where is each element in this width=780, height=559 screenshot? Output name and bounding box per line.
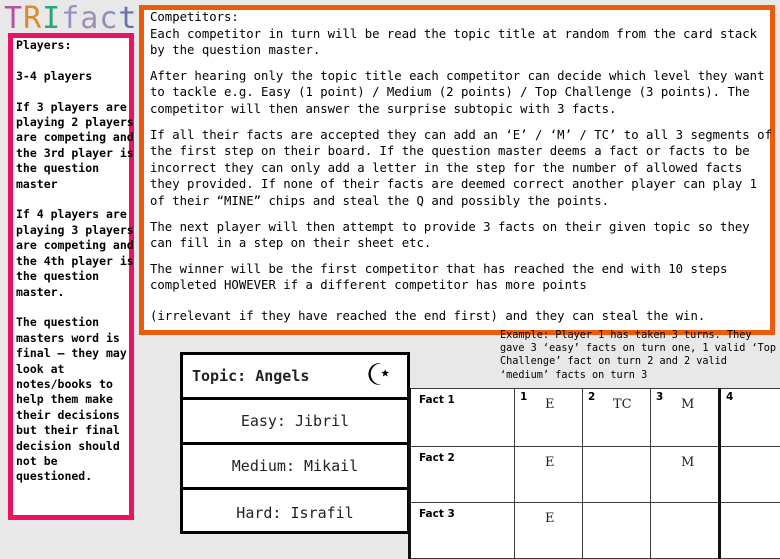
fact-cell-r3-c1[interactable]: E [515,503,583,559]
table-row: Fact 11E2TC3M4 [410,389,780,447]
competitors-overflow-line: (irrelevant if they have reached the end… [150,308,775,325]
fact-column-number: 2 [588,391,595,403]
fact-cell-r3-c3[interactable] [651,503,720,559]
topic-row-medium-label: Medium: Mikail [232,457,358,475]
title-letter-0: T [4,4,23,34]
fact-cell-r2-c3[interactable]: M [651,447,720,503]
title-letter-4: a [80,4,99,34]
crescent-moon-star-icon [365,361,391,391]
title-letter-2: I [42,4,61,34]
fact-cell-r1-c3[interactable]: 3M [651,389,720,447]
title-letter-3: f [61,4,80,34]
fact-row-label: Fact 1 [410,389,515,447]
fact-cell-r1-c1[interactable]: 1E [515,389,583,447]
title-letter-1: R [23,4,42,34]
fact-cell-value: E [545,455,555,470]
fact-cell-r2-c4[interactable] [720,447,780,503]
topic-card-header: Topic: Angels [183,355,407,400]
fact-cell-value: M [681,455,694,470]
example-note: Example: Player 1 has taken 3 turns. The… [500,329,780,382]
topic-row-easy-label: Easy: Jibril [241,412,349,430]
table-row: Fact 3 E [410,503,780,559]
fact-cell-r2-c1[interactable]: E [515,447,583,503]
players-panel-text: Players: 3-4 players If 3 players are pl… [16,38,134,485]
topic-row-hard: Hard: Israfil [183,490,407,536]
fact-column-number: 1 [520,391,527,403]
fact-column-number: 3 [656,391,663,403]
table-row: Fact 2 E M [410,447,780,503]
fact-table-body: Fact 11E2TC3M4Fact 2EMFact 3E [410,389,780,559]
topic-row-easy: Easy: Jibril [183,400,407,445]
fact-column-number: 4 [726,391,733,403]
title-letter-5: c [99,4,118,34]
topic-card-title: Topic: Angels [192,367,309,385]
fact-table: Fact 11E2TC3M4Fact 2EMFact 3E [408,388,780,559]
fact-cell-r2-c2[interactable] [583,447,651,503]
fact-cell-value: E [545,511,555,526]
fact-cell-r1-c2[interactable]: 2 TC [583,389,651,447]
competitors-panel-text: Competitors: Each competitor in turn wil… [150,9,775,294]
title-letter-6: t [118,4,137,34]
fact-cell-r3-c2[interactable] [583,503,651,559]
slide-canvas: TRIfact Players: 3-4 players If 3 player… [0,0,780,540]
fact-cell-r1-c4[interactable]: 4 [720,389,780,447]
page-title: TRIfact [4,4,137,34]
topic-row-medium: Medium: Mikail [183,445,407,490]
fact-cell-value: M [681,397,694,412]
competitors-paragraph-1: After hearing only the topic title each … [150,68,775,118]
fact-row-label: Fact 3 [410,503,515,559]
fact-cell-value: TC [613,397,632,412]
competitors-paragraph-0: Competitors: Each competitor in turn wil… [150,9,775,59]
fact-cell-value: E [545,397,555,412]
fact-cell-r3-c4[interactable] [720,503,780,559]
fact-row-label: Fact 2 [410,447,515,503]
topic-row-hard-label: Hard: Israfil [236,504,353,522]
competitors-paragraph-4: The winner will be the first competitor … [150,261,775,294]
competitors-paragraph-2: If all their facts are accepted they can… [150,127,775,210]
competitors-paragraph-3: The next player will then attempt to pro… [150,219,775,252]
topic-card: Topic: Angels Easy: Jibril Medium: Mikai… [180,352,410,534]
